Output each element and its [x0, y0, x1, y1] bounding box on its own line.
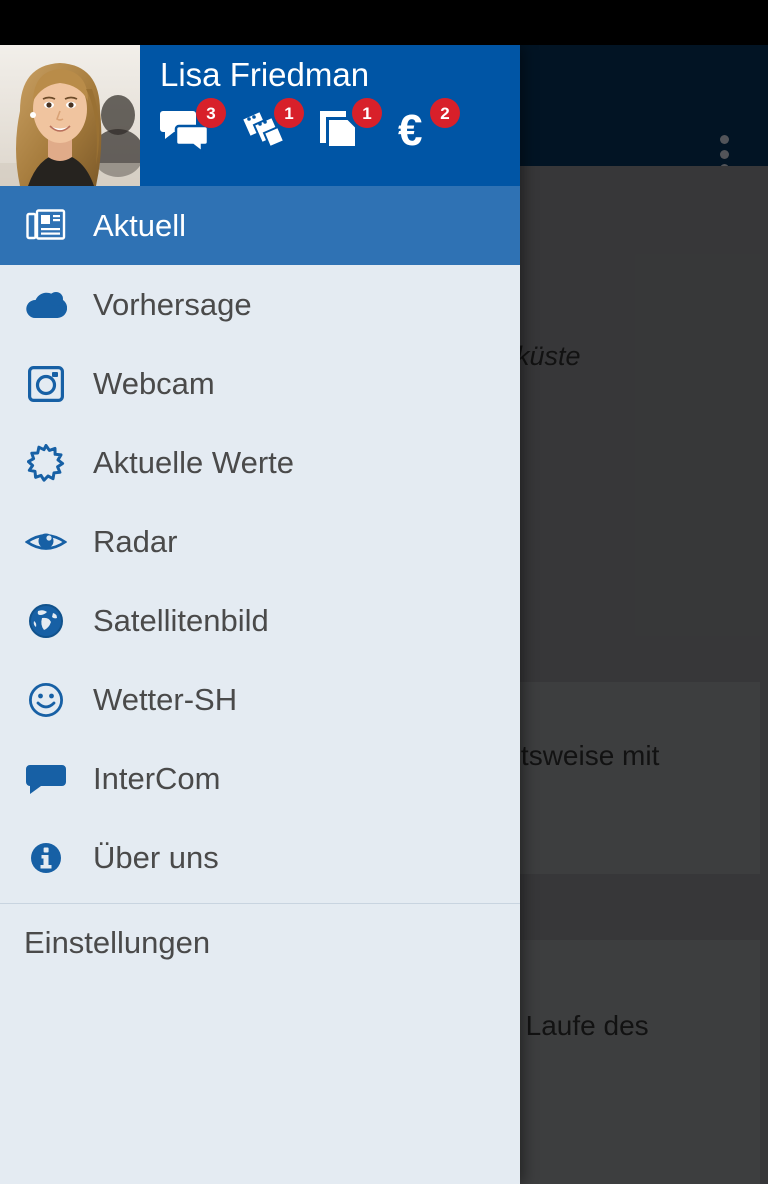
sidebar-item-label: Vorhersage	[93, 286, 252, 322]
sidebar-item-aktuell[interactable]: Aktuell	[0, 186, 520, 265]
user-name: Lisa Friedman	[160, 56, 370, 93]
tickets-badge[interactable]: 1	[238, 98, 316, 159]
sidebar-item-einstellungen[interactable]: Einstellungen	[0, 904, 520, 982]
sidebar-item-label: Satellitenbild	[93, 602, 269, 638]
status-bar	[0, 0, 768, 45]
chat-icon	[24, 757, 68, 801]
sidebar-item-label: InterCom	[93, 760, 221, 796]
sidebar-item-label: Einstellungen	[24, 925, 211, 960]
sidebar-item-radar[interactable]: Radar	[0, 502, 520, 581]
sidebar-item-label: Aktuelle Werte	[93, 444, 295, 480]
badge-count: 1	[352, 98, 382, 128]
badge-row: 3 1 1 € 2	[160, 98, 520, 159]
sidebar-item-webcam[interactable]: Webcam	[0, 344, 520, 423]
sidebar-item-satellitenbild[interactable]: Satellitenbild	[0, 581, 520, 660]
svg-text:€: €	[398, 107, 422, 153]
sidebar-item-aktuelle-werte[interactable]: Aktuelle Werte	[0, 423, 520, 502]
badge-count: 2	[430, 98, 460, 128]
chat-bubbles-badge[interactable]: 3	[160, 98, 238, 159]
globe-icon	[24, 599, 68, 643]
sidebar-item-intercom[interactable]: InterCom	[0, 739, 520, 818]
badge-count: 1	[274, 98, 304, 128]
camera-icon	[24, 362, 68, 406]
drawer-menu-list: Aktuell Vorhersage Webcam Aktuelle Werte…	[0, 186, 520, 897]
sidebar-item-label: Über uns	[93, 839, 219, 875]
smiley-icon	[24, 678, 68, 722]
sidebar-item-label: Webcam	[93, 365, 215, 401]
sidebar-item-wetter-sh[interactable]: Wetter-SH	[0, 660, 520, 739]
cloud-icon	[24, 283, 68, 327]
euro-badge[interactable]: € 2	[394, 98, 472, 159]
sidebar-item-label: Radar	[93, 523, 178, 559]
sidebar-item-ueber-uns[interactable]: Über uns	[0, 818, 520, 897]
sidebar-item-label: Aktuell	[93, 207, 187, 243]
eye-icon	[24, 520, 68, 564]
sidebar-item-label: Wetter-SH	[93, 681, 238, 717]
documents-badge[interactable]: 1	[316, 98, 394, 159]
sun-icon	[24, 441, 68, 485]
drawer-header: Lisa Friedman 3 1 1 € 2	[0, 45, 520, 186]
sidebar-item-vorhersage[interactable]: Vorhersage	[0, 265, 520, 344]
navigation-drawer: Lisa Friedman 3 1 1 € 2 Aktuell Vorhersa…	[0, 45, 520, 1184]
newspaper-icon	[24, 204, 68, 248]
info-icon	[24, 836, 68, 880]
badge-count: 3	[196, 98, 226, 128]
user-avatar-photo[interactable]	[0, 45, 140, 186]
drawer-header-content: Lisa Friedman 3 1 1 € 2	[140, 45, 520, 186]
